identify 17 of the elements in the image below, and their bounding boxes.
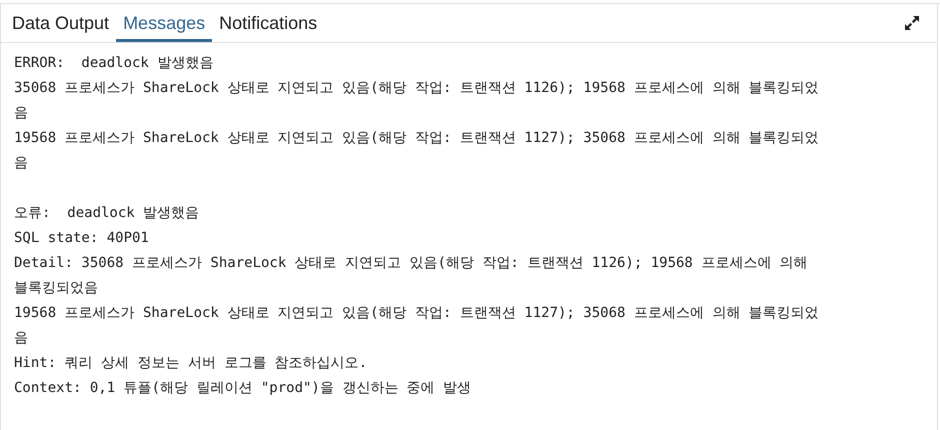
message-line: 35068 프로세스가 ShareLock 상태로 지연되고 있음(해당 작업: 트랜잭션 1126); 19568 프로세스에 의해 블록킹되었 [14,79,819,98]
message-line: Context: 0,1 튜플(해당 릴레이션 "prod")을 갱신하는 중에 발생 [14,379,472,398]
message-line: Detail: 35068 프로세스가 ShareLock 상태로 지연되고 있음(해당 작업: 트랜잭션 1126); 19568 프로세스에 의해 [14,254,808,273]
message-line: SQL state: 40P01 [14,229,149,248]
message-line: Hint: 쿼리 상세 정보는 서버 로그를 참조하십시오. [14,354,368,373]
message-line: 음 [14,154,28,173]
tab[interactable]: Messages [116,4,212,42]
message-line: 음 [14,104,28,123]
expand-icon[interactable] [903,14,921,32]
message-line: 오류: deadlock 발생했음 [14,204,200,223]
message-line: 19568 프로세스가 ShareLock 상태로 지연되고 있음(해당 작업: 트랜잭션 1127); 35068 프로세스에 의해 블록킹되었 [14,129,819,148]
message-line: ERROR: deadlock 발생했음 [14,54,214,73]
tab[interactable]: Notifications [212,4,324,42]
message-line: 19568 프로세스가 ShareLock 상태로 지연되고 있음(해당 작업: 트랜잭션 1127); 35068 프로세스에 의해 블록킹되었 [14,304,819,323]
message-line: 블록킹되었음 [14,279,98,298]
message-line: 음 [14,329,28,348]
tab[interactable]: Data Output [5,4,116,42]
